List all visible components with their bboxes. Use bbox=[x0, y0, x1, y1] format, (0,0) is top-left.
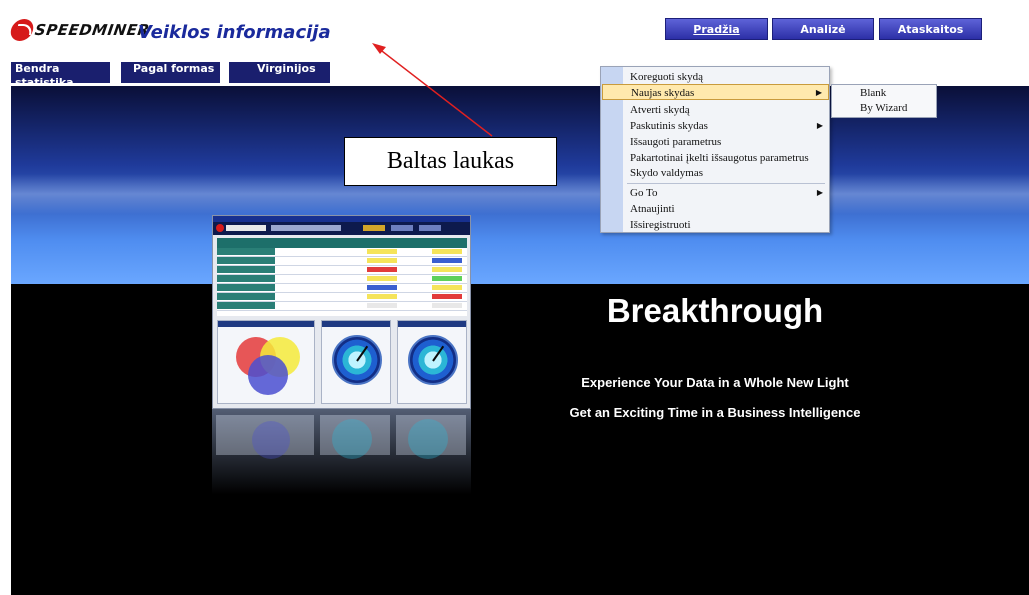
screenshot-reflection bbox=[212, 409, 471, 499]
screenshot-table-row bbox=[217, 266, 467, 275]
panel-header bbox=[218, 321, 314, 327]
screenshot-table-row bbox=[217, 257, 467, 266]
page-title: Veiklos informacija bbox=[138, 22, 331, 43]
menu-item-issaugoti-parametrus[interactable]: Išsaugoti parametrus bbox=[623, 134, 829, 150]
screenshot-table bbox=[217, 238, 467, 316]
screenshot-panels bbox=[217, 320, 467, 404]
panel-header bbox=[322, 321, 390, 327]
context-menu: Koreguoti skydą Naujas skydas ▶ Atverti … bbox=[600, 66, 830, 233]
tab-bendra-statistika[interactable]: Bendra statistika bbox=[11, 62, 110, 89]
submenu-item-blank[interactable]: Blank bbox=[860, 86, 886, 101]
menu-item-issiregistruoti[interactable]: Išsiregistruoti bbox=[623, 217, 829, 233]
screenshot-header bbox=[213, 222, 470, 235]
screenshot-table-row bbox=[217, 248, 467, 257]
gauge-icon bbox=[332, 335, 382, 385]
logo-text: SPEEDMINER bbox=[33, 21, 151, 39]
screenshot-table-header bbox=[217, 238, 467, 248]
submenu-arrow-icon: ▶ bbox=[816, 188, 823, 197]
menu-item-label: Paskutinis skydas bbox=[630, 120, 708, 132]
banner-tagline-2: Get an Exciting Time in a Business Intel… bbox=[569, 405, 861, 420]
screenshot-tab bbox=[419, 225, 441, 231]
screenshot-logo-icon bbox=[216, 224, 224, 232]
banner-tagline-1: Experience Your Data in a Whole New Ligh… bbox=[581, 375, 849, 390]
menu-item-atnaujinti[interactable]: Atnaujinti bbox=[623, 201, 829, 217]
nav-analize-button[interactable]: Analizė bbox=[772, 18, 874, 40]
tab-virginijos[interactable]: Virginijos bbox=[229, 62, 330, 83]
menu-item-naujas-skydas[interactable]: Naujas skydas ▶ bbox=[602, 84, 829, 100]
tab-pagal-formas[interactable]: Pagal formas bbox=[121, 62, 220, 83]
submenu-arrow-icon: ▶ bbox=[816, 121, 823, 130]
screenshot-logo-text bbox=[226, 225, 266, 231]
screenshot-table-row bbox=[217, 284, 467, 293]
venn-panel bbox=[217, 320, 315, 404]
screenshot-app-title bbox=[271, 225, 341, 231]
speedminer-logo-icon bbox=[8, 19, 36, 41]
menu-item-atverti-skyda[interactable]: Atverti skydą bbox=[623, 102, 829, 118]
gauge-icon bbox=[408, 335, 458, 385]
screenshot-table-row bbox=[217, 293, 467, 302]
screenshot-table-row bbox=[217, 302, 467, 311]
screenshot-tab bbox=[363, 225, 385, 231]
naujas-skydas-submenu: Blank By Wizard bbox=[831, 84, 937, 118]
menu-item-skydo-valdymas[interactable]: Skydo valdymas bbox=[623, 165, 829, 181]
menu-item-pakartotinai-ikelti[interactable]: Pakartotinai įkelti išsaugotus parametru… bbox=[623, 150, 829, 166]
menu-item-go-to[interactable]: Go To ▶ bbox=[623, 185, 829, 201]
submenu-item-by-wizard[interactable]: By Wizard bbox=[860, 101, 907, 116]
menu-item-paskutinis-skydas[interactable]: Paskutinis skydas ▶ bbox=[623, 118, 829, 134]
speedminer-logo: SPEEDMINER bbox=[8, 19, 151, 41]
menu-item-koreguoti-skyda[interactable]: Koreguoti skydą bbox=[623, 69, 829, 85]
nav-pradzia-button[interactable]: Pradžia bbox=[665, 18, 768, 40]
gauge-panel-2 bbox=[397, 320, 467, 404]
annotation-callout: Baltas laukas bbox=[344, 137, 557, 186]
gauge-panel-1 bbox=[321, 320, 391, 404]
menu-item-label: Naujas skydas bbox=[631, 87, 695, 99]
product-screenshot bbox=[212, 215, 471, 409]
panel-header bbox=[398, 321, 466, 327]
reflection-circle bbox=[332, 419, 372, 459]
submenu-arrow-icon: ▶ bbox=[815, 88, 822, 97]
screenshot-table-row bbox=[217, 275, 467, 284]
screenshot-tab bbox=[391, 225, 413, 231]
menu-separator bbox=[627, 183, 825, 184]
reflection-circle bbox=[408, 419, 448, 459]
banner-headline: Breakthrough bbox=[606, 292, 824, 329]
venn-circle-blue bbox=[248, 355, 288, 395]
nav-ataskaitos-button[interactable]: Ataskaitos bbox=[879, 18, 982, 40]
reflection-circle bbox=[252, 421, 290, 459]
menu-item-label: Go To bbox=[630, 187, 658, 199]
